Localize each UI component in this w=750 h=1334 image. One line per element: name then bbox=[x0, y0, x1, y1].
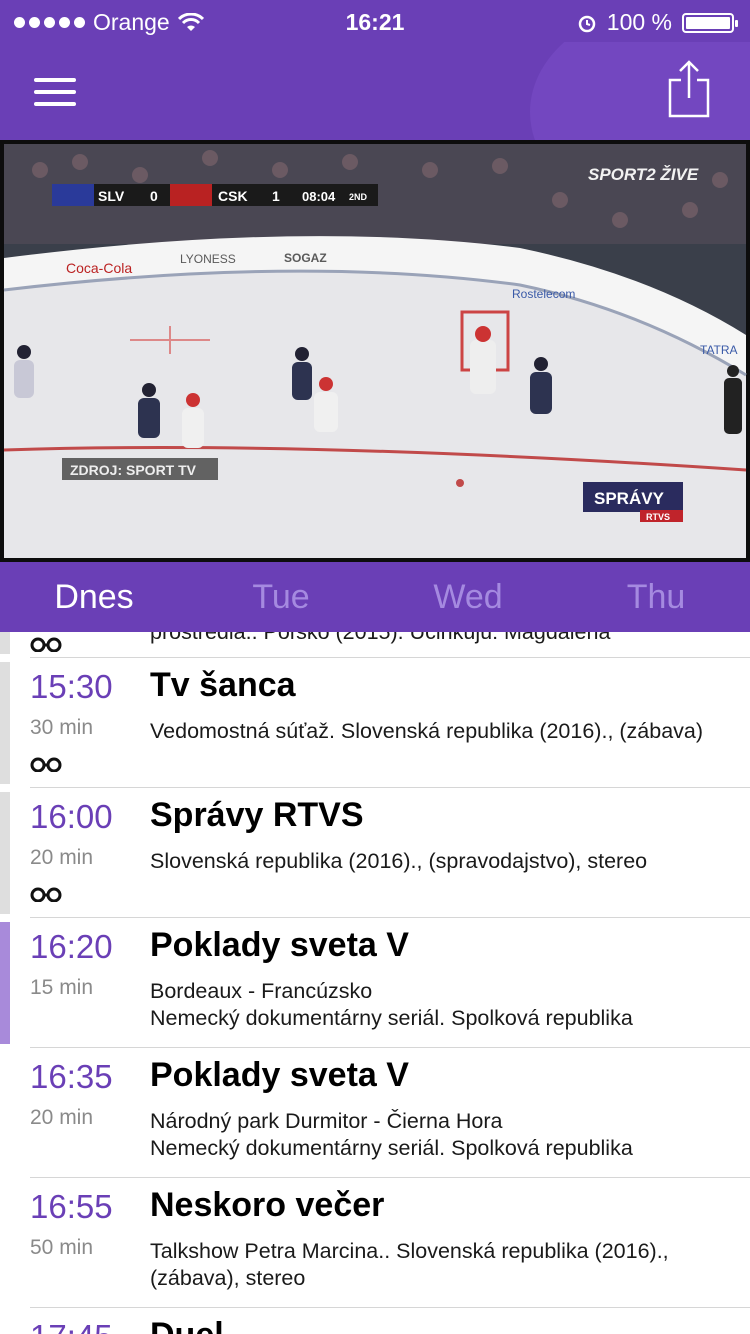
program-time: 15:30 bbox=[30, 668, 113, 705]
program-row[interactable]: 16:55 50 min Neskoro večer Talkshow Petr… bbox=[0, 1178, 750, 1308]
svg-text:TATRA: TATRA bbox=[700, 343, 738, 357]
program-row[interactable]: 16:35 20 min Poklady sveta V Národný par… bbox=[0, 1048, 750, 1178]
program-row[interactable]: prostredia.. Poľsko (2015). Účinkujú: Ma… bbox=[0, 632, 750, 658]
alarm-icon bbox=[578, 15, 596, 32]
program-title: Duel bbox=[150, 1316, 224, 1334]
program-row[interactable]: 16:00 20 min Správy RTVS Slovenská repub… bbox=[0, 788, 750, 918]
svg-text:0: 0 bbox=[150, 188, 158, 204]
nav-bar bbox=[0, 42, 750, 140]
tab-thu[interactable]: Thu bbox=[562, 578, 750, 617]
score-bug: SLV 0 CSK 1 08:04 2ND bbox=[52, 184, 378, 206]
program-time: 17:45 bbox=[30, 1318, 113, 1334]
program-row[interactable]: 17:45 Duel bbox=[0, 1308, 750, 1334]
channel-logo: SPORT2 ŽIVE bbox=[588, 165, 699, 184]
3d-glasses-icon bbox=[30, 637, 62, 652]
program-time: 16:00 bbox=[30, 798, 113, 835]
video-player[interactable]: Coca-Cola LYONESS SOGAZ Rostelecom TATRA bbox=[0, 140, 750, 562]
svg-text:CSK: CSK bbox=[218, 188, 248, 204]
tab-wed[interactable]: Wed bbox=[374, 578, 562, 617]
program-title: Poklady sveta V bbox=[150, 1056, 409, 1094]
3d-glasses-icon bbox=[30, 887, 62, 902]
day-tabs: Dnes Tue Wed Thu bbox=[0, 562, 750, 632]
status-right-group: 100 % bbox=[577, 9, 738, 36]
program-description: Bordeaux - Francúzsko Nemecký dokumentár… bbox=[150, 979, 633, 1030]
svg-text:RTVS: RTVS bbox=[646, 512, 670, 522]
battery-icon bbox=[682, 12, 738, 33]
svg-text:SPORT2 ŽIVE: SPORT2 ŽIVE bbox=[588, 165, 699, 184]
program-duration: 15 min bbox=[30, 976, 94, 999]
program-duration: 30 min bbox=[30, 716, 94, 739]
svg-text:LYONESS: LYONESS bbox=[180, 252, 236, 266]
svg-text:ZDROJ: SPORT TV: ZDROJ: SPORT TV bbox=[70, 462, 197, 478]
program-time: 16:35 bbox=[30, 1058, 113, 1095]
program-description: Talkshow Petra Marcina.. Slovenská repub… bbox=[150, 1239, 669, 1290]
program-title: Tv šanca bbox=[150, 666, 296, 704]
program-title: Správy RTVS bbox=[150, 796, 364, 834]
share-icon[interactable] bbox=[666, 58, 712, 120]
program-list: prostredia.. Poľsko (2015). Účinkujú: Ma… bbox=[0, 632, 750, 1334]
battery-percent: 100 % bbox=[606, 9, 672, 35]
svg-text:2ND: 2ND bbox=[349, 192, 368, 202]
3d-glasses-icon bbox=[30, 757, 62, 772]
program-row-current[interactable]: 16:20 15 min Poklady sveta V Bordeaux - … bbox=[0, 918, 750, 1048]
program-duration: 20 min bbox=[30, 846, 94, 869]
now-playing-marker bbox=[0, 922, 10, 1044]
svg-text:Rostelecom: Rostelecom bbox=[512, 287, 575, 301]
program-title: Poklady sveta V bbox=[150, 926, 409, 964]
video-frame: Coca-Cola LYONESS SOGAZ Rostelecom TATRA bbox=[0, 140, 750, 562]
program-description: Slovenská republika (2016)., (spravodajs… bbox=[150, 849, 648, 873]
program-duration: 20 min bbox=[30, 1106, 94, 1129]
program-time: 16:20 bbox=[30, 928, 113, 965]
program-time: 16:55 bbox=[30, 1188, 113, 1225]
svg-text:SOGAZ: SOGAZ bbox=[284, 251, 327, 265]
svg-text:1: 1 bbox=[272, 188, 280, 204]
rink-ad-text: Coca-Cola bbox=[66, 260, 132, 276]
source-caption: ZDROJ: SPORT TV bbox=[62, 458, 218, 480]
program-description: Národný park Durmitor - Čierna Hora Neme… bbox=[150, 1109, 633, 1160]
program-description: prostredia.. Poľsko (2015). Účinkujú: Ma… bbox=[150, 632, 611, 644]
tab-tue[interactable]: Tue bbox=[187, 578, 375, 617]
svg-text:SLV: SLV bbox=[98, 188, 125, 204]
program-duration: 50 min bbox=[30, 1236, 94, 1259]
svg-text:08:04: 08:04 bbox=[302, 189, 336, 204]
program-title: Neskoro večer bbox=[150, 1186, 385, 1224]
hamburger-menu-icon[interactable] bbox=[34, 78, 76, 108]
svg-text:Coca-Cola: Coca-Cola bbox=[66, 260, 132, 276]
program-description: Vedomostná súťaž. Slovenská republika (2… bbox=[150, 719, 704, 743]
svg-text:SPRÁVY: SPRÁVY bbox=[594, 489, 665, 508]
program-row[interactable]: 15:30 30 min Tv šanca Vedomostná súťaž. … bbox=[0, 658, 750, 788]
nav-background-swoosh bbox=[530, 42, 750, 140]
status-bar: Orange 16:21 100 % bbox=[0, 0, 750, 42]
tab-dnes[interactable]: Dnes bbox=[0, 578, 188, 617]
